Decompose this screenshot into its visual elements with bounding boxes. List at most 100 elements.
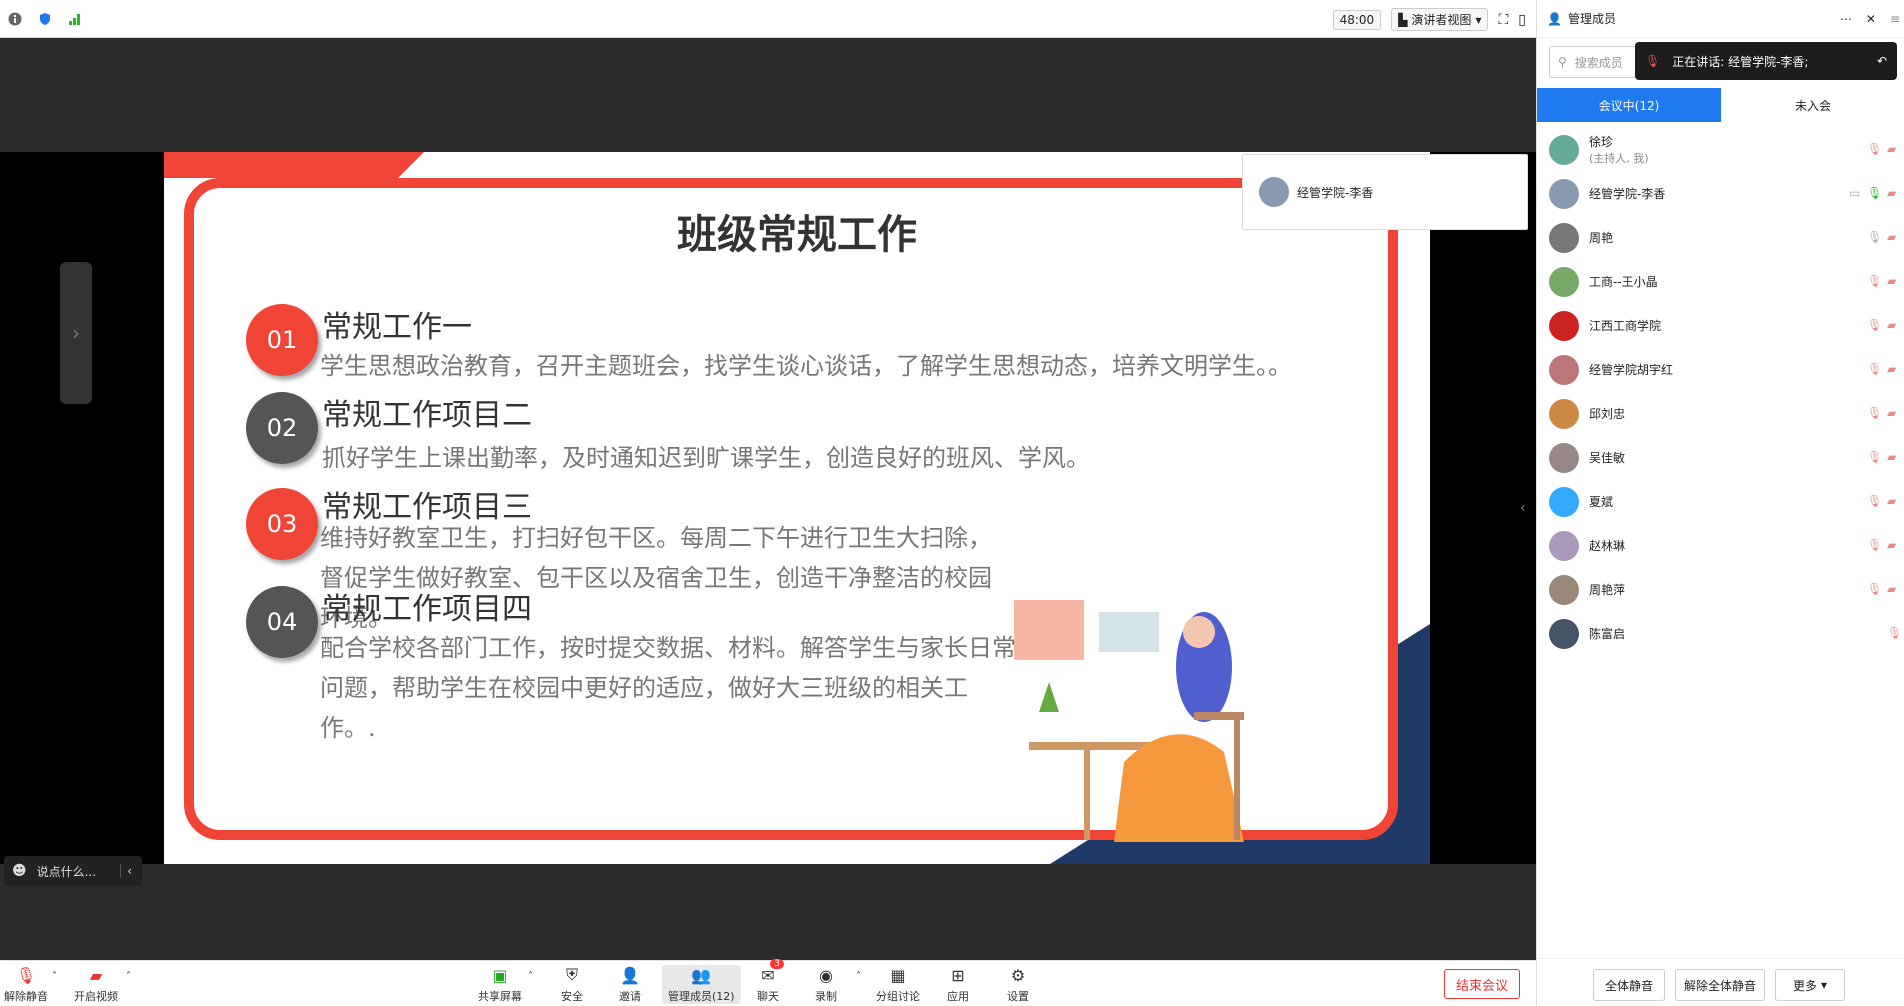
apps-icon: ⊞ bbox=[951, 965, 965, 985]
microphone-icon[interactable]: 🎙 bbox=[1867, 230, 1882, 244]
camera-off-icon[interactable]: ▰ bbox=[1887, 406, 1896, 420]
microphone-muted-icon[interactable]: 🎙 bbox=[1887, 626, 1902, 640]
emoji-icon[interactable]: ☻ bbox=[12, 863, 27, 879]
breakout-button[interactable]: ▦ 分组讨论 bbox=[876, 965, 920, 1004]
list-item[interactable]: 周艳 🎙 ▰ bbox=[1537, 216, 1904, 260]
tab-not-joined[interactable]: 未入会 bbox=[1721, 88, 1904, 122]
microphone-muted-icon[interactable]: 🎙 bbox=[1867, 582, 1882, 596]
chevron-left-icon[interactable]: ‹ bbox=[1520, 500, 1526, 516]
camera-off-icon[interactable]: ▰ bbox=[1887, 582, 1896, 596]
search-placeholder: 搜索成员 bbox=[1574, 55, 1623, 70]
participant-role: (主持人, 我) bbox=[1589, 151, 1649, 165]
microphone-muted-icon[interactable]: 🎙 bbox=[1867, 274, 1882, 288]
settings-button[interactable]: ⚙ 设置 bbox=[1006, 965, 1030, 1004]
chat-label: 聊天 bbox=[757, 990, 779, 1003]
security-button[interactable]: ⛨ 安全 bbox=[560, 965, 584, 1004]
camera-off-icon[interactable]: ▰ bbox=[1887, 274, 1896, 288]
camera-off-icon[interactable]: ▰ bbox=[1887, 362, 1896, 376]
active-speaker-tile[interactable]: 经管学院-李香 bbox=[1242, 154, 1528, 230]
more-icon[interactable]: ⋯ bbox=[1840, 12, 1852, 26]
manage-members-button[interactable]: 👥 管理成员(12) bbox=[662, 965, 741, 1004]
unmute-all-button[interactable]: 解除全体静音 bbox=[1675, 969, 1765, 1001]
list-item[interactable]: 邱刘忠 🎙 ▰ bbox=[1537, 392, 1904, 436]
signal-icon[interactable] bbox=[66, 10, 84, 28]
user-icon: 👤 bbox=[1547, 11, 1562, 26]
list-item[interactable]: 经管学院-李香 ▭ 🎙 ▰ bbox=[1537, 172, 1904, 216]
list-item[interactable]: 江西工商学院 🎙 ▰ bbox=[1537, 304, 1904, 348]
list-item[interactable]: 经管学院胡宇红 🎙 ▰ bbox=[1537, 348, 1904, 392]
participant-list: 徐珍 (主持人, 我) 🎙 ▰ 经管学院-李香 ▭ 🎙 ▰ 周艳 🎙 ▰ 工商--王小晶 🎙 ▰ 江… bbox=[1537, 128, 1904, 656]
microphone-muted-icon[interactable]: 🎙 bbox=[1867, 538, 1882, 552]
share-screen-icon: ▣ bbox=[492, 965, 508, 985]
camera-off-icon[interactable]: ▰ bbox=[1887, 142, 1896, 156]
fullscreen-icon[interactable]: ⛶ bbox=[1498, 12, 1508, 28]
chat-input[interactable]: 说点什么... bbox=[37, 863, 96, 880]
microphone-muted-icon[interactable]: 🎙 bbox=[1867, 406, 1882, 420]
start-video-button[interactable]: ▰ 开启视频 bbox=[74, 965, 118, 1004]
left-collapse-handle[interactable]: › bbox=[60, 262, 92, 404]
apps-button[interactable]: ⊞ 应用 bbox=[946, 965, 970, 1004]
avatar bbox=[1549, 311, 1579, 341]
end-meeting-button[interactable]: 结束会议 bbox=[1444, 969, 1520, 999]
camera-off-icon[interactable]: ▰ bbox=[1887, 230, 1896, 244]
members-panel: 👤 管理成员 ⋯ ✕ ≡ ⚲ 搜索成员 🎙 正在讲话: 经管学院-李香; ↶ 会… bbox=[1536, 0, 1904, 1006]
avatar bbox=[1549, 575, 1579, 605]
list-item[interactable]: 工商--王小晶 🎙 ▰ bbox=[1537, 260, 1904, 304]
microphone-muted-icon[interactable]: 🎙 bbox=[1867, 450, 1882, 464]
participant-name: 江西工商学院 bbox=[1589, 318, 1662, 333]
chevron-up-icon[interactable]: ˄ bbox=[856, 971, 861, 982]
invite-button[interactable]: 👤 邀请 bbox=[618, 965, 642, 1004]
chevron-up-icon[interactable]: ˄ bbox=[52, 971, 57, 982]
search-icon: ⚲ bbox=[1558, 55, 1567, 69]
camera-off-icon[interactable]: ▰ bbox=[1887, 538, 1896, 552]
list-item[interactable]: 夏斌 🎙 ▰ bbox=[1537, 480, 1904, 524]
list-item[interactable]: 赵林琳 🎙 ▰ bbox=[1537, 524, 1904, 568]
view-mode-dropdown[interactable]: ▙ 演讲者视图 ▾ bbox=[1391, 8, 1489, 31]
camera-off-icon[interactable]: ▰ bbox=[1887, 494, 1896, 508]
list-item[interactable]: 吴佳敏 🎙 ▰ bbox=[1537, 436, 1904, 480]
participant-name: 吴佳敏 bbox=[1589, 450, 1626, 465]
list-item[interactable]: 陈富启 🎙 bbox=[1537, 612, 1904, 656]
slide-accent bbox=[164, 152, 424, 178]
panel-header: 👤 管理成员 ⋯ ✕ ≡ bbox=[1537, 0, 1904, 38]
camera-off-icon[interactable]: ▰ bbox=[1887, 186, 1896, 200]
collapse-chevron-icon[interactable]: ‹ bbox=[120, 864, 132, 878]
item-number-3: 03 bbox=[246, 488, 318, 560]
undo-icon[interactable]: ↶ bbox=[1877, 54, 1887, 68]
layout-icon: ▙ bbox=[1398, 12, 1408, 27]
chevron-up-icon[interactable]: ˄ bbox=[126, 971, 131, 982]
mute-all-button[interactable]: 全体静音 bbox=[1593, 969, 1665, 1001]
tab-in-meeting[interactable]: 会议中(12) bbox=[1537, 88, 1721, 122]
microphone-muted-icon[interactable]: 🎙 bbox=[1867, 318, 1882, 332]
participant-name: 经管学院胡宇红 bbox=[1589, 362, 1674, 377]
chat-button[interactable]: ✉ 3 聊天 bbox=[756, 959, 784, 1004]
avatar bbox=[1549, 443, 1579, 473]
meeting-timer: 48:00 bbox=[1332, 9, 1382, 30]
more-dropdown[interactable]: 更多 ▾ bbox=[1775, 969, 1845, 1001]
record-button[interactable]: ◉ 录制 bbox=[814, 965, 838, 1004]
chevron-up-icon[interactable]: ˄ bbox=[528, 971, 533, 982]
quick-chat-bar[interactable]: ☻ 说点什么... ‹ bbox=[4, 856, 142, 886]
camera-off-icon[interactable]: ▰ bbox=[1887, 450, 1896, 464]
camera-off-icon[interactable]: ▰ bbox=[1887, 318, 1896, 332]
sidebar-toggle-icon[interactable]: ▯ bbox=[1518, 12, 1526, 28]
avatar bbox=[1549, 531, 1579, 561]
microphone-icon[interactable]: 🎙 bbox=[1867, 186, 1882, 200]
microphone-muted-icon[interactable]: 🎙 bbox=[1867, 142, 1882, 156]
menu-icon[interactable]: ≡ bbox=[1890, 12, 1900, 26]
item-desc-1: 学生思想政治教育，召开主题班会，找学生谈心谈话，了解学生思想动态，培养文明学生。… bbox=[320, 352, 1292, 380]
camera-off-icon: ▰ bbox=[89, 965, 103, 985]
unmute-button[interactable]: 🎙 解除静音 bbox=[4, 965, 48, 1004]
share-screen-button[interactable]: ▣ 共享屏幕 bbox=[478, 965, 522, 1004]
microphone-muted-icon[interactable]: 🎙 bbox=[1867, 362, 1882, 376]
list-item[interactable]: 周艳萍 🎙 ▰ bbox=[1537, 568, 1904, 612]
list-item[interactable]: 徐珍 (主持人, 我) 🎙 ▰ bbox=[1537, 128, 1904, 172]
microphone-muted-icon[interactable]: 🎙 bbox=[1867, 494, 1882, 508]
participant-name: 工商--王小晶 bbox=[1589, 274, 1658, 289]
info-icon[interactable] bbox=[6, 10, 24, 28]
top-toolbar: 48:00 ▙ 演讲者视图 ▾ ⛶ ▯ bbox=[0, 0, 1536, 38]
apps-label: 应用 bbox=[947, 990, 969, 1003]
speaker-name: 经管学院-李香 bbox=[1297, 185, 1374, 200]
shield-icon[interactable] bbox=[36, 10, 54, 28]
close-icon[interactable]: ✕ bbox=[1866, 12, 1876, 26]
